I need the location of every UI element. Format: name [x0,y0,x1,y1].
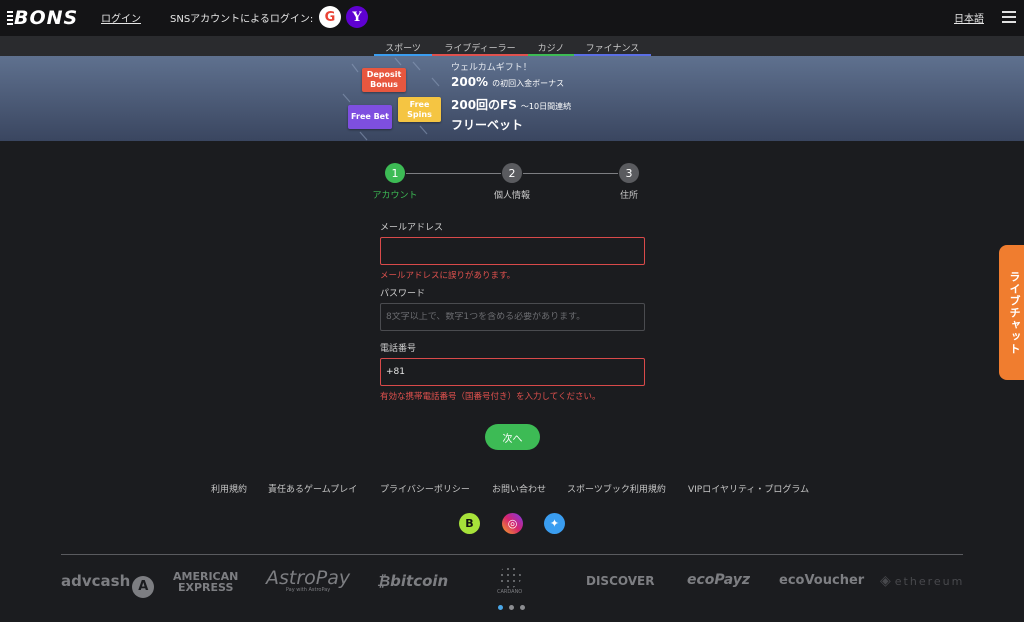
next-button[interactable]: 次へ [485,424,540,450]
step-connector-2 [523,173,618,174]
promo-deposit-bonus: 200% の初回入金ボーナス [451,75,564,89]
ecopayz-logo: ecoPayz [687,572,751,588]
live-chat-label: ライブチャット [1008,270,1021,355]
discover-logo: DISCOVER [586,574,655,588]
ethereum-logo: ◈ ethereum [880,573,964,589]
password-field[interactable] [380,303,645,331]
bons-social-icon[interactable]: B [459,513,480,534]
promo-free-spins-text: 〜10日間連続 [520,102,572,111]
step-1-circle: 1 [385,163,405,183]
step-connector-1 [406,173,501,174]
advcash-mark-icon: A [132,576,155,598]
phone-field[interactable] [380,358,645,386]
promo-deposit-text: の初回入金ボーナス [492,79,565,88]
bitcoin-symbol-icon: ₿ [377,572,391,590]
step-2-circle: 2 [502,163,522,183]
footer-link-privacy[interactable]: プライバシーポリシー [380,482,470,495]
footer-link-contact[interactable]: お問い合わせ [492,482,546,495]
ethereum-logo-text: ethereum [894,575,965,588]
step-3-circle: 3 [619,163,639,183]
phone-label: 電話番号 [380,344,417,354]
astropay-logo-text: AstroPay [266,567,351,589]
footer-link-sportsbook-terms[interactable]: スポーツブック利用規約 [567,482,666,495]
email-input[interactable] [386,246,639,256]
promo-headline: ウェルカムギフト！ [451,63,532,73]
hamburger-menu-icon[interactable] [1002,11,1016,23]
footer-links: 利用規約 責任あるゲームプレイ プライバシーポリシー お問い合わせ スポーツブッ… [0,482,1024,496]
bitcoin-logo-text: bitcoin [390,572,449,590]
promo-free-spins: 200回のFS 〜10日間連続 [451,96,571,113]
footer-link-responsible-gaming[interactable]: 責任あるゲームプレイ [268,482,357,495]
top-bar: BONS ログイン SNSアカウントによるログイン: G Y 日本語 [0,0,1024,36]
ethereum-diamond-icon: ◈ [880,573,893,589]
language-selector[interactable]: 日本語 [954,10,984,25]
bitcoin-logo: ₿bitcoin [377,572,448,590]
footer-link-terms[interactable]: 利用規約 [211,482,247,495]
free-bet-badge: Free Bet [348,105,392,129]
phone-error-message: 有効な携帯電話番号（国番号付き）を入力してください。 [380,392,601,402]
twitter-icon[interactable]: ✦ [544,513,565,534]
logo-text: BONS [14,7,79,29]
email-error-message: メールアドレスに誤りがあります。 [380,271,516,281]
cardano-logo-text: CARDANO [497,589,523,595]
yahoo-login-button[interactable]: Y [346,6,368,28]
email-label: メールアドレス [380,223,444,233]
sns-login-label: SNSアカウントによるログイン: [170,14,314,25]
google-login-button[interactable]: G [319,6,341,28]
tab-sports[interactable]: スポーツ [374,41,432,56]
tab-casino[interactable]: カジノ [528,41,574,56]
amex-line-2: EXPRESS [177,581,234,594]
site-logo[interactable]: BONS [7,7,78,29]
google-icon: G [324,9,336,25]
step-3-label: 住所 [619,191,638,201]
advcash-logo-text: advcash [61,572,131,590]
instagram-icon[interactable]: ◎ [502,513,523,534]
tab-live-dealer[interactable]: ライブディーラー [432,41,528,56]
login-link[interactable]: ログイン [101,10,141,25]
american-express-logo: AMERICAN EXPRESS [173,571,238,593]
astropay-logo: AstroPay Pay with AstroPay [266,567,350,593]
promo-free-bet: フリーベット [451,118,524,132]
free-spins-badge: Free Spins [398,97,441,122]
cardano-mark-icon [498,566,521,588]
promo-free-spins-count: 200回のFS [451,98,517,112]
password-label: パスワード [380,289,426,299]
step-1-label: アカウント [372,191,418,201]
footer-link-vip-program[interactable]: VIPロイヤリティ・プログラム [688,482,809,495]
advcash-logo: advcash A [61,572,155,598]
logo-stripe-icon [7,11,13,25]
welcome-bonus-banner[interactable]: Deposit Bonus Free Bet Free Spins ウェルカムギ… [0,56,1024,141]
carousel-dot-2[interactable] [509,605,514,610]
yahoo-icon: Y [352,9,362,25]
deposit-bonus-badge: Deposit Bonus [362,68,406,92]
category-nav: スポーツ ライブディーラー カジノ ファイナンス [0,36,1024,56]
payment-carousel-dots [498,605,528,611]
carousel-dot-3[interactable] [520,605,525,610]
phone-input[interactable] [386,367,639,377]
footer-divider [61,554,963,555]
cardano-logo: CARDANO [497,566,522,595]
carousel-dot-1[interactable] [498,605,503,610]
live-chat-button[interactable]: ライブチャット [999,245,1024,380]
tab-finance[interactable]: ファイナンス [574,41,651,56]
step-2-label: 個人情報 [493,191,530,201]
password-input[interactable] [386,312,639,322]
ecovoucher-logo: ecoVoucher [779,573,865,588]
promo-deposit-percent: 200% [451,75,489,89]
email-field[interactable] [380,237,645,265]
